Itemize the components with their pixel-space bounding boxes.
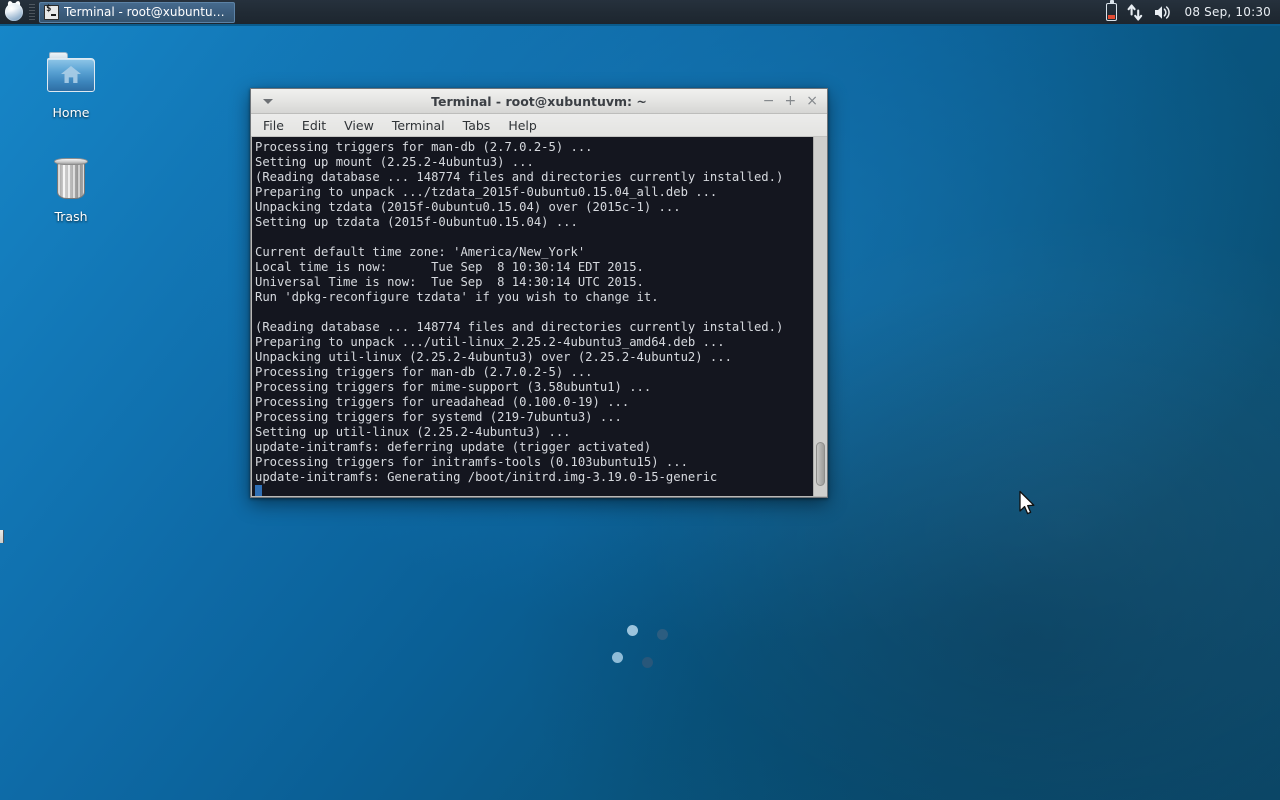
window-menubar[interactable]: File Edit View Terminal Tabs Help <box>251 114 827 137</box>
whisker-mouse-shade <box>5 3 23 21</box>
close-button[interactable]: × <box>806 94 818 108</box>
offscreen-window-edge[interactable] <box>0 530 4 543</box>
window-titlebar[interactable]: Terminal - root@xubuntuvm: ~ − + × <box>251 89 827 114</box>
battery-low-icon[interactable] <box>1106 0 1118 21</box>
desktop[interactable]: Terminal - root@xubuntuv... 08 Sep, 10:3… <box>0 0 1280 800</box>
trash-shape <box>54 158 88 200</box>
desktop-icon-home[interactable]: Home <box>28 50 114 120</box>
battery-level-fill <box>1108 15 1116 19</box>
menu-item-file[interactable]: File <box>263 118 284 133</box>
logo-dot-bottom-left <box>612 652 623 663</box>
clock[interactable]: 08 Sep, 10:30 <box>1184 5 1271 19</box>
maximize-button[interactable]: + <box>785 94 797 108</box>
logo-dot-top-left <box>627 625 638 636</box>
terminal-cursor <box>255 485 262 496</box>
wallpaper-logo-mark <box>605 620 675 675</box>
taskbar-item-terminal[interactable]: Terminal - root@xubuntuv... <box>39 1 235 23</box>
terminal-window[interactable]: Terminal - root@xubuntuvm: ~ − + × File … <box>250 88 828 498</box>
taskbar-item-label: Terminal - root@xubuntuv... <box>64 5 226 19</box>
trash-body <box>57 163 85 199</box>
folder-shape <box>47 52 95 92</box>
system-tray[interactable]: 08 Sep, 10:30 <box>1106 0 1280 21</box>
menu-item-terminal[interactable]: Terminal <box>392 118 445 133</box>
terminal-output[interactable]: Processing triggers for man-db (2.7.0.2-… <box>252 137 813 496</box>
panel-handle[interactable] <box>29 4 35 20</box>
whisker-menu-icon[interactable] <box>2 0 26 24</box>
window-title: Terminal - root@xubuntuvm: ~ <box>431 93 647 109</box>
home-folder-icon <box>28 50 114 100</box>
minimize-button[interactable]: − <box>763 94 775 108</box>
mouse-pointer-icon <box>1019 490 1035 515</box>
desktop-icon-label: Home <box>52 105 90 120</box>
logo-dot-bottom-right <box>642 657 653 668</box>
house-glyph <box>61 66 81 83</box>
terminal-content-area[interactable]: Processing triggers for man-db (2.7.0.2-… <box>251 137 827 497</box>
trash-can-icon <box>28 154 114 204</box>
menu-item-view[interactable]: View <box>344 118 374 133</box>
terminal-scrollbar[interactable] <box>813 137 827 496</box>
terminal-scrollbar-thumb[interactable] <box>816 442 825 486</box>
speaker-icon[interactable] <box>1153 4 1172 21</box>
network-updown-icon[interactable] <box>1127 3 1143 21</box>
menu-item-edit[interactable]: Edit <box>302 118 326 133</box>
trash-lid <box>54 158 88 165</box>
terminal-icon <box>44 4 59 20</box>
logo-dot-top-right <box>657 629 668 640</box>
desktop-icon-label: Trash <box>54 209 88 224</box>
menu-item-tabs[interactable]: Tabs <box>463 118 491 133</box>
window-controls[interactable]: − + × <box>763 94 827 108</box>
top-panel[interactable]: Terminal - root@xubuntuv... 08 Sep, 10:3… <box>0 0 1280 26</box>
terminal-output-text: Processing triggers for man-db (2.7.0.2-… <box>255 140 784 484</box>
window-menu-arrow-icon[interactable] <box>257 98 279 104</box>
desktop-icon-trash[interactable]: Trash <box>28 154 114 224</box>
menu-item-help[interactable]: Help <box>508 118 537 133</box>
